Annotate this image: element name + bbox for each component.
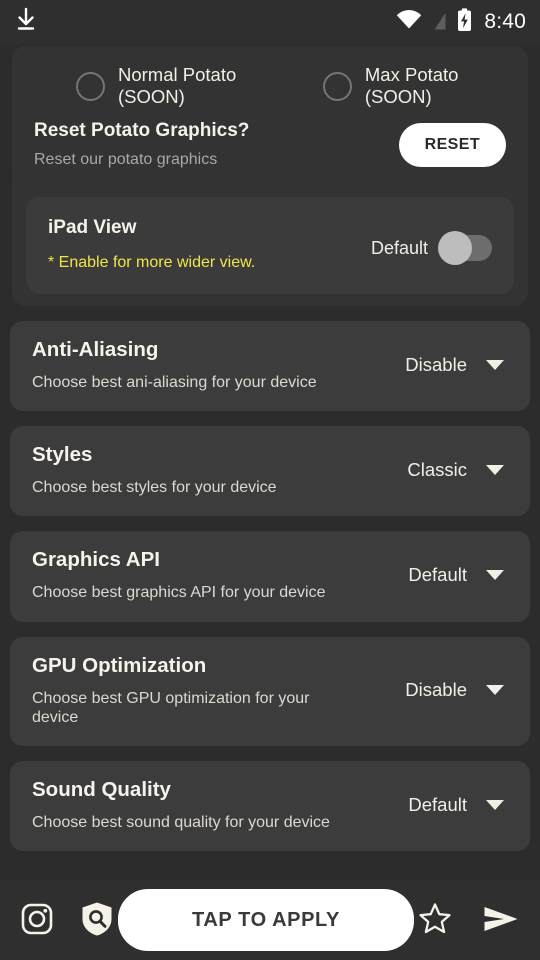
- reset-potato-subtitle: Reset our potato graphics: [34, 151, 218, 168]
- setting-title: Anti-Aliasing: [32, 338, 159, 361]
- setting-card-graphics-api: Graphics API Choose best graphics API fo…: [10, 531, 530, 622]
- radio-option-max-potato[interactable]: Max Potato (SOON): [322, 64, 506, 108]
- radio-option-normal-potato[interactable]: Normal Potato (SOON): [76, 64, 281, 108]
- chevron-down-icon: [486, 800, 504, 811]
- status-bar-clock: 8:40: [484, 10, 526, 33]
- ipad-view-texts: iPad View * Enable for more wider view.: [48, 215, 255, 272]
- setting-card-styles: Styles Choose best styles for your devic…: [10, 426, 530, 517]
- potato-graphics-card: Normal Potato (SOON) Max Potato (SOON) R…: [12, 46, 528, 183]
- dropdown-value: Classic: [407, 459, 467, 481]
- chevron-down-icon: [486, 465, 504, 476]
- reset-button[interactable]: RESET: [398, 122, 506, 167]
- tap-to-apply-button[interactable]: TAP TO APPLY: [118, 889, 414, 951]
- setting-texts: GPU Optimization Choose best GPU optimiz…: [32, 654, 332, 727]
- ipad-view-toggle-label: Default: [370, 237, 428, 258]
- setting-card-gpu-optimization: GPU Optimization Choose best GPU optimiz…: [10, 636, 530, 746]
- bottom-bar-right: [414, 898, 524, 942]
- setting-dropdown-sound-quality[interactable]: Default: [408, 794, 508, 816]
- ipad-view-title: iPad View: [48, 217, 137, 238]
- reset-potato-row: Reset Potato Graphics? Reset our potato …: [34, 118, 506, 171]
- radio-circle-icon[interactable]: [322, 71, 352, 101]
- setting-card-sound-quality: Sound Quality Choose best sound quality …: [10, 760, 530, 852]
- chevron-down-icon: [486, 360, 504, 371]
- chevron-down-icon: [486, 570, 504, 581]
- setting-dropdown-styles[interactable]: Classic: [407, 459, 508, 481]
- battery-charging-icon: [457, 7, 472, 37]
- star-outline-icon: [418, 902, 452, 938]
- setting-subtitle: Choose best styles for your device: [32, 479, 277, 497]
- setting-texts: Anti-Aliasing Choose best ani-aliasing f…: [32, 338, 317, 392]
- reset-potato-title: Reset Potato Graphics?: [34, 120, 250, 141]
- download-icon: [14, 7, 38, 38]
- setting-subtitle: Choose best GPU optimization for your de…: [32, 689, 310, 726]
- dropdown-value: Disable: [405, 679, 467, 701]
- setting-dropdown-anti-aliasing[interactable]: Disable: [405, 354, 508, 376]
- status-bar-right: 8:40: [396, 7, 526, 37]
- potato-radio-group: Normal Potato (SOON) Max Potato (SOON): [34, 60, 506, 118]
- status-bar-left: [14, 7, 38, 38]
- setting-subtitle: Choose best ani-aliasing for your device: [32, 374, 317, 391]
- favorite-button[interactable]: [414, 898, 456, 942]
- radio-label-max-potato: Max Potato (SOON): [364, 64, 459, 107]
- radio-circle-icon[interactable]: [76, 71, 105, 101]
- send-icon: [482, 904, 520, 937]
- radio-label-normal-potato: Normal Potato (SOON): [118, 64, 237, 107]
- setting-texts: Styles Choose best styles for your devic…: [32, 443, 277, 497]
- setting-title: Graphics API: [32, 548, 160, 572]
- instagram-icon: [20, 902, 54, 939]
- setting-title: Sound Quality: [32, 777, 171, 801]
- wifi-icon: [396, 9, 422, 35]
- settings-scroll-area[interactable]: Normal Potato (SOON) Max Potato (SOON) R…: [0, 44, 540, 880]
- setting-title: Styles: [32, 443, 93, 467]
- setting-subtitle: Choose best graphics API for your device: [32, 584, 326, 602]
- setting-title: GPU Optimization: [32, 653, 207, 677]
- ipad-view-subtitle: * Enable for more wider view.: [48, 254, 256, 271]
- bottom-bar-left: [16, 897, 118, 944]
- toggle-knob: [438, 231, 472, 265]
- setting-dropdown-gpu-optimization[interactable]: Disable: [405, 679, 508, 701]
- chevron-down-icon: [486, 685, 504, 696]
- dropdown-value: Disable: [405, 354, 467, 376]
- setting-subtitle: Choose best sound quality for your devic…: [32, 813, 330, 831]
- ipad-view-card: iPad View * Enable for more wider view. …: [26, 197, 514, 294]
- shield-search-icon: [80, 901, 114, 940]
- dropdown-value: Default: [408, 564, 467, 586]
- ipad-view-control: Default: [370, 215, 492, 265]
- signal-off-icon: [431, 9, 448, 36]
- shield-search-button[interactable]: [76, 897, 118, 944]
- status-bar: 8:40: [0, 0, 540, 44]
- ipad-view-toggle[interactable]: [438, 231, 492, 265]
- send-button[interactable]: [478, 900, 524, 941]
- reset-potato-texts: Reset Potato Graphics? Reset our potato …: [34, 120, 249, 169]
- setting-dropdown-graphics-api[interactable]: Default: [408, 564, 508, 586]
- setting-texts: Sound Quality Choose best sound quality …: [32, 778, 330, 832]
- setting-texts: Graphics API Choose best graphics API fo…: [32, 548, 326, 602]
- bottom-action-bar: TAP TO APPLY: [0, 880, 540, 960]
- graphics-group-card: Normal Potato (SOON) Max Potato (SOON) R…: [12, 46, 528, 306]
- instagram-button[interactable]: [16, 898, 58, 943]
- dropdown-value: Default: [408, 794, 467, 816]
- setting-card-anti-aliasing: Anti-Aliasing Choose best ani-aliasing f…: [10, 321, 530, 412]
